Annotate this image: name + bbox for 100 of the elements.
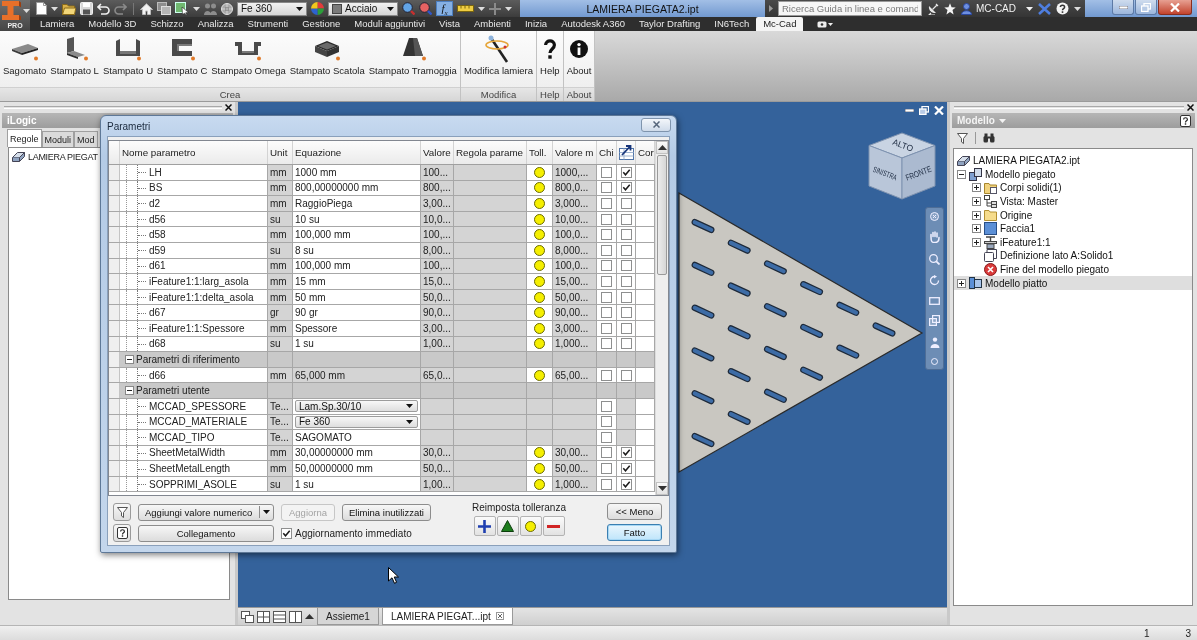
checkbox[interactable] <box>601 307 612 319</box>
checkbox[interactable] <box>620 338 632 350</box>
caret-icon[interactable] <box>478 6 485 11</box>
undo-icon[interactable] <box>97 2 110 15</box>
checkbox[interactable] <box>601 166 612 178</box>
checkbox[interactable] <box>601 478 612 490</box>
checkbox[interactable] <box>601 244 612 256</box>
x-mark-icon[interactable] <box>1038 2 1051 15</box>
minimize-button[interactable] <box>1112 0 1134 15</box>
checkbox[interactable] <box>601 213 612 225</box>
ruler-icon[interactable] <box>457 5 474 12</box>
tree-item[interactable]: LAMIERA PIEGATA2.ipt <box>954 154 1192 168</box>
x-circle-icon[interactable] <box>930 212 939 221</box>
ribbon-button[interactable]: Help <box>538 34 562 78</box>
tree-item[interactable]: Faccia1 <box>954 221 1192 236</box>
wheel-icon[interactable] <box>221 2 233 15</box>
tree-item[interactable]: Modello piatto <box>954 276 1192 290</box>
minimize-icon[interactable] <box>905 109 914 112</box>
ribbon-tab[interactable]: Strumenti <box>240 17 296 31</box>
magnifier-icon[interactable] <box>419 2 432 15</box>
checkbox[interactable] <box>620 463 632 475</box>
restore-icon[interactable] <box>919 106 929 115</box>
circle-icon[interactable] <box>534 275 545 287</box>
checkbox[interactable] <box>620 369 632 381</box>
windows-icon[interactable] <box>157 2 171 15</box>
user-menu-button[interactable]: MC-CAD <box>961 2 1033 15</box>
circle-icon[interactable] <box>534 478 545 490</box>
stacked-windows-icon[interactable] <box>273 610 286 623</box>
circle-icon[interactable] <box>534 213 545 225</box>
circle-icon[interactable] <box>534 307 545 319</box>
checkbox[interactable] <box>620 244 632 256</box>
tree-item[interactable]: Corpi solidi(1) <box>954 181 1192 195</box>
checkbox[interactable] <box>620 229 632 241</box>
select-box-icon[interactable] <box>175 2 189 15</box>
checkbox[interactable] <box>601 369 612 381</box>
checkbox[interactable] <box>601 447 612 459</box>
ribbon-button[interactable]: Modifica lamiera <box>461 34 536 78</box>
ribbon-tab[interactable]: Inizia <box>517 17 555 31</box>
ribbon-tab[interactable]: Moduli aggiuntivi <box>347 17 433 31</box>
circle-icon[interactable] <box>534 322 545 334</box>
caret-icon[interactable] <box>193 6 200 11</box>
open-folder-icon[interactable] <box>62 2 76 15</box>
checkbox[interactable] <box>601 400 612 412</box>
circle-icon[interactable] <box>534 244 545 256</box>
circle-icon[interactable] <box>534 182 545 194</box>
move-icon[interactable] <box>489 2 501 15</box>
parameters-button[interactable]: f$_{x}$ <box>436 1 453 16</box>
up-arrow-icon[interactable] <box>305 614 314 619</box>
ribbon-tab[interactable]: Lamiera <box>33 17 82 31</box>
done-button[interactable]: Fatto <box>607 524 662 541</box>
ribbon-button[interactable]: Stampato L <box>48 34 101 78</box>
circle-icon[interactable] <box>534 338 545 350</box>
redo-icon[interactable] <box>114 2 127 15</box>
new-document-icon[interactable] <box>36 2 47 15</box>
ribbon-button[interactable]: Sagomato <box>1 34 49 78</box>
circle-icon[interactable] <box>534 369 545 381</box>
expand-icon[interactable] <box>957 278 966 288</box>
document-tab[interactable]: Assieme1 <box>317 608 379 625</box>
ribbon-button[interactable]: Stampato Scatola <box>287 34 367 78</box>
stacked-squares-icon[interactable] <box>929 315 940 327</box>
search-field[interactable]: Ricerca Guida in linea e comand <box>778 1 922 16</box>
arrow-icon[interactable] <box>769 5 773 12</box>
checkbox[interactable] <box>601 275 612 287</box>
ribbon-button[interactable]: Stampato C <box>155 34 210 78</box>
circle-icon[interactable] <box>534 447 545 459</box>
expand-icon[interactable] <box>972 197 981 207</box>
close-icon[interactable] <box>1187 104 1194 111</box>
panel-tab[interactable]: Regole <box>7 129 42 147</box>
purge-unused-button[interactable]: Elimina inutilizzati <box>342 503 431 521</box>
checkbox[interactable] <box>281 527 292 539</box>
hand-icon[interactable] <box>929 231 940 244</box>
ribbon-tab[interactable]: Ambienti <box>467 17 518 31</box>
tolerance-button[interactable] <box>473 516 496 536</box>
less-button[interactable]: << Meno <box>607 503 662 520</box>
home-icon[interactable] <box>140 2 153 15</box>
tolerance-button[interactable] <box>542 516 565 536</box>
checkbox[interactable] <box>620 478 632 490</box>
circle-icon[interactable] <box>534 260 545 272</box>
circle-icon[interactable] <box>534 463 545 475</box>
cascade-windows-icon[interactable] <box>241 610 254 623</box>
caret-icon[interactable] <box>51 6 58 11</box>
checkbox[interactable] <box>620 213 632 225</box>
expand-icon[interactable] <box>972 224 981 234</box>
checkbox[interactable] <box>601 416 612 428</box>
grid-windows-icon[interactable] <box>257 610 270 623</box>
help-icon[interactable] <box>1180 114 1191 127</box>
dropdown-field[interactable]: Fe 360 <box>295 415 418 428</box>
filter-icon[interactable] <box>957 132 968 144</box>
filter-button[interactable] <box>113 503 131 521</box>
ribbon-button[interactable]: Stampato Omega <box>209 34 288 78</box>
circle-icon[interactable] <box>534 198 545 209</box>
checkbox[interactable] <box>620 275 632 287</box>
checkbox[interactable] <box>601 463 612 475</box>
expand-icon[interactable] <box>972 237 981 247</box>
ribbon-tab[interactable]: Mc-Cad <box>756 17 804 31</box>
expand-icon[interactable] <box>972 210 981 220</box>
tree-item[interactable]: Origine <box>954 208 1192 222</box>
panel-tab[interactable]: Moduli <box>41 131 75 147</box>
ribbon-tab[interactable]: Gestione <box>295 17 348 31</box>
close-button[interactable] <box>641 117 671 132</box>
